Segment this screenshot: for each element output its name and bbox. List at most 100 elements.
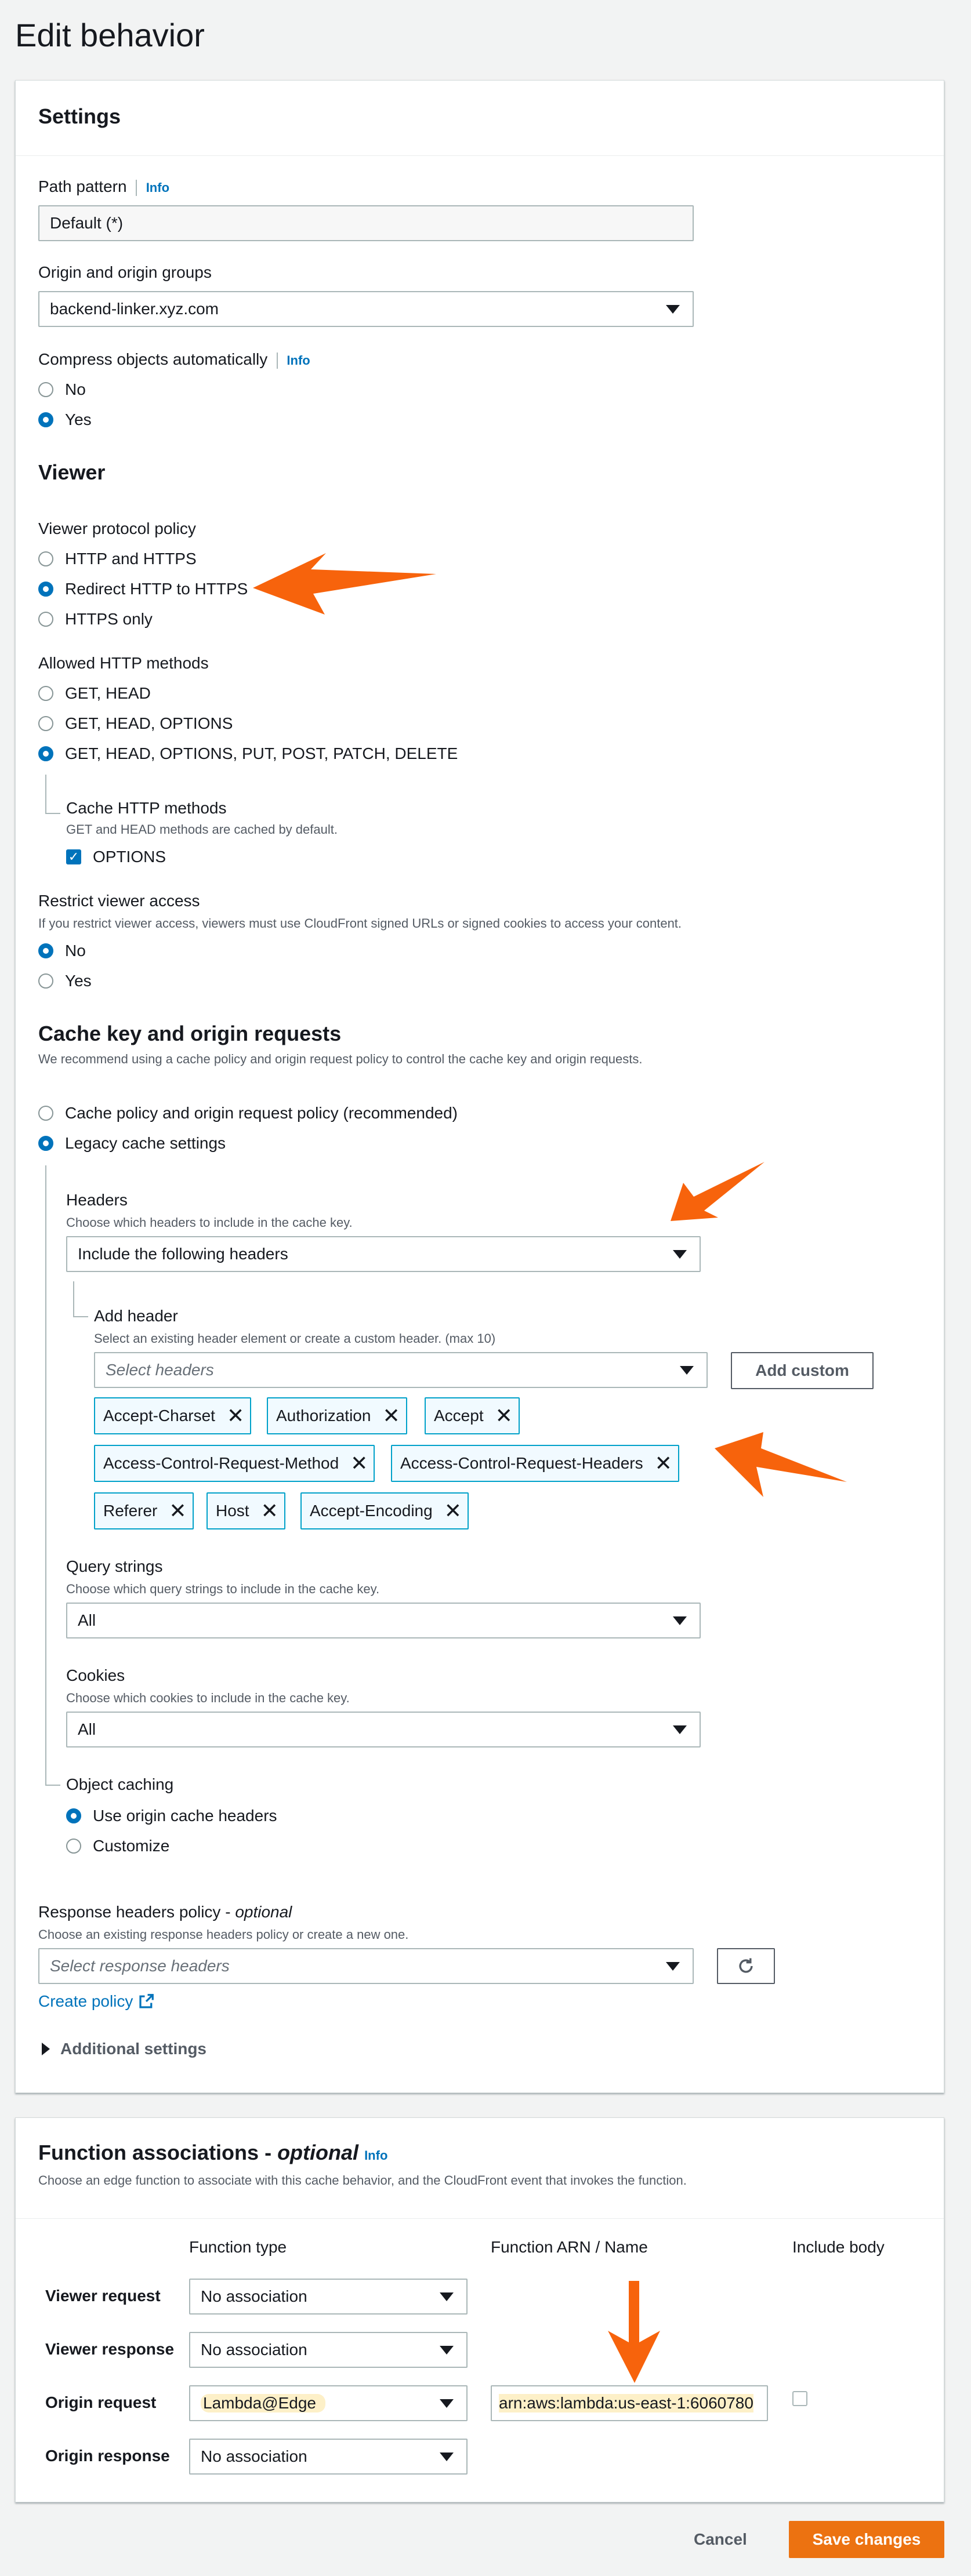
methods-get-head-radio[interactable]: GET, HEAD — [38, 684, 151, 703]
function-associations-desc: Choose an edge function to associate wit… — [38, 2173, 687, 2188]
close-icon[interactable]: ✕ — [444, 1500, 462, 1521]
header-token: Access-Control-Request-Method ✕ — [94, 1445, 375, 1482]
header-token: Host ✕ — [206, 1492, 285, 1529]
info-link[interactable]: Info — [287, 353, 310, 368]
header-token: Accept-Charset ✕ — [94, 1397, 252, 1434]
protocol-http-https-radio[interactable]: HTTP and HTTPS — [38, 550, 197, 568]
cache-policy-radio[interactable]: Cache policy and origin request policy (… — [38, 1104, 458, 1122]
origin-select[interactable]: backend-linker.xyz.com — [38, 291, 694, 327]
query-strings-select[interactable]: All — [66, 1603, 701, 1638]
cache-heading: Cache key and origin requests — [38, 1022, 342, 1045]
cancel-button[interactable]: Cancel — [694, 2530, 747, 2549]
headers-select[interactable]: Include the following headers — [66, 1236, 701, 1272]
tree-connector — [45, 1772, 60, 1786]
methods-get-head-options-radio[interactable]: GET, HEAD, OPTIONS — [38, 714, 233, 733]
chevron-down-icon — [673, 1250, 687, 1259]
header-token: Accept ✕ — [425, 1397, 520, 1434]
function-type-header: Function type — [189, 2238, 287, 2256]
row-label-viewer-response: Viewer response — [45, 2340, 175, 2358]
close-icon[interactable]: ✕ — [350, 1453, 368, 1474]
restrict-yes-radio[interactable]: Yes — [38, 972, 92, 990]
viewer-response-select[interactable]: No association — [189, 2332, 468, 2368]
chevron-down-icon — [680, 1366, 694, 1375]
select-headers-input[interactable]: Select headers — [94, 1352, 708, 1388]
compress-label: Compress objects automatically Info — [38, 350, 310, 369]
settings-heading: Settings — [38, 104, 121, 128]
chevron-down-icon — [673, 1616, 687, 1625]
additional-settings-toggle[interactable]: Additional settings — [42, 2040, 206, 2058]
headers-label: Headers — [66, 1191, 128, 1209]
compress-yes-radio[interactable]: Yes — [38, 410, 92, 429]
row-label-origin-request: Origin request — [45, 2393, 157, 2411]
function-associations-heading: Function associations - optional Info — [38, 2141, 388, 2164]
path-pattern-label: Path pattern Info — [38, 177, 170, 196]
chevron-down-icon — [440, 2453, 454, 2461]
close-icon[interactable]: ✕ — [495, 1405, 513, 1426]
function-arn-header: Function ARN / Name — [491, 2238, 648, 2256]
cache-methods-label: Cache HTTP methods — [66, 799, 227, 817]
chevron-down-icon — [440, 2399, 454, 2408]
function-arn-input[interactable]: arn:aws:lambda:us-east-1:6060780 — [491, 2385, 768, 2421]
cookies-select[interactable]: All — [66, 1712, 701, 1747]
query-strings-desc: Choose which query strings to include in… — [66, 1582, 380, 1596]
close-icon[interactable]: ✕ — [382, 1405, 400, 1426]
response-headers-select[interactable]: Select response headers — [38, 1948, 694, 1984]
origin-label: Origin and origin groups — [38, 263, 212, 281]
close-icon[interactable]: ✕ — [227, 1405, 244, 1426]
include-body-header: Include body — [792, 2238, 885, 2256]
include-body-checkbox[interactable] — [792, 2391, 807, 2406]
response-policy-label: Response headers policy - optional — [38, 1903, 292, 1921]
header-token: Access-Control-Request-Headers ✕ — [391, 1445, 679, 1482]
origin-response-select[interactable]: No association — [189, 2439, 468, 2475]
refresh-icon — [739, 1958, 753, 1973]
row-label-origin-response: Origin response — [45, 2447, 170, 2465]
chevron-down-icon — [666, 305, 680, 314]
tree-connector — [45, 1165, 60, 1785]
viewer-protocol-label: Viewer protocol policy — [38, 519, 196, 537]
origin-request-select[interactable]: Lambda@Edge — [189, 2385, 468, 2421]
chevron-down-icon — [440, 2292, 454, 2301]
chevron-down-icon — [673, 1725, 687, 1734]
cache-options-checkbox[interactable]: ✓ OPTIONS — [66, 848, 166, 866]
legacy-cache-radio[interactable]: Legacy cache settings — [38, 1134, 226, 1153]
header-token: Referer ✕ — [94, 1492, 194, 1529]
refresh-button[interactable] — [717, 1948, 775, 1984]
restrict-label: Restrict viewer access — [38, 892, 200, 910]
close-icon[interactable]: ✕ — [655, 1453, 672, 1474]
restrict-no-radio[interactable]: No — [38, 942, 86, 960]
protocol-https-only-radio[interactable]: HTTPS only — [38, 610, 153, 628]
row-label-viewer-request: Viewer request — [45, 2287, 161, 2305]
viewer-heading: Viewer — [38, 460, 106, 484]
origin-cache-headers-radio[interactable]: Use origin cache headers — [66, 1807, 277, 1825]
save-changes-button[interactable]: Save changes — [789, 2521, 944, 2558]
page-title: Edit behavior — [15, 17, 205, 53]
cookies-desc: Choose which cookies to include in the c… — [66, 1691, 350, 1705]
viewer-request-select[interactable]: No association — [189, 2279, 468, 2315]
header-token: Accept-Encoding ✕ — [300, 1492, 469, 1529]
check-icon: ✓ — [66, 849, 81, 864]
add-header-desc: Select an existing header element or cre… — [94, 1331, 496, 1346]
cache-methods-desc: GET and HEAD methods are cached by defau… — [66, 822, 338, 837]
info-link[interactable]: Info — [146, 180, 169, 195]
path-pattern-input[interactable]: Default (*) — [38, 205, 694, 241]
compress-no-radio[interactable]: No — [38, 380, 86, 399]
chevron-down-icon — [440, 2346, 454, 2355]
protocol-redirect-radio[interactable]: Redirect HTTP to HTTPS — [38, 580, 248, 598]
restrict-desc: If you restrict viewer access, viewers m… — [38, 916, 682, 931]
query-strings-label: Query strings — [66, 1557, 163, 1575]
add-header-label: Add header — [94, 1307, 178, 1325]
create-policy-link[interactable]: Create policy — [38, 1992, 155, 2011]
info-link[interactable]: Info — [364, 2148, 387, 2163]
headers-desc: Choose which headers to include in the c… — [66, 1215, 353, 1230]
cookies-label: Cookies — [66, 1666, 125, 1684]
close-icon[interactable]: ✕ — [169, 1500, 186, 1521]
response-policy-desc: Choose an existing response headers poli… — [38, 1927, 409, 1942]
methods-all-radio[interactable]: GET, HEAD, OPTIONS, PUT, POST, PATCH, DE… — [38, 744, 458, 763]
cache-desc: We recommend using a cache policy and or… — [38, 1052, 643, 1066]
caret-right-icon — [42, 2043, 50, 2055]
close-icon[interactable]: ✕ — [261, 1500, 278, 1521]
add-custom-button[interactable]: Add custom — [731, 1352, 874, 1389]
customize-radio[interactable]: Customize — [66, 1837, 169, 1855]
external-link-icon — [139, 1994, 154, 2008]
tree-connector — [73, 1281, 88, 1317]
